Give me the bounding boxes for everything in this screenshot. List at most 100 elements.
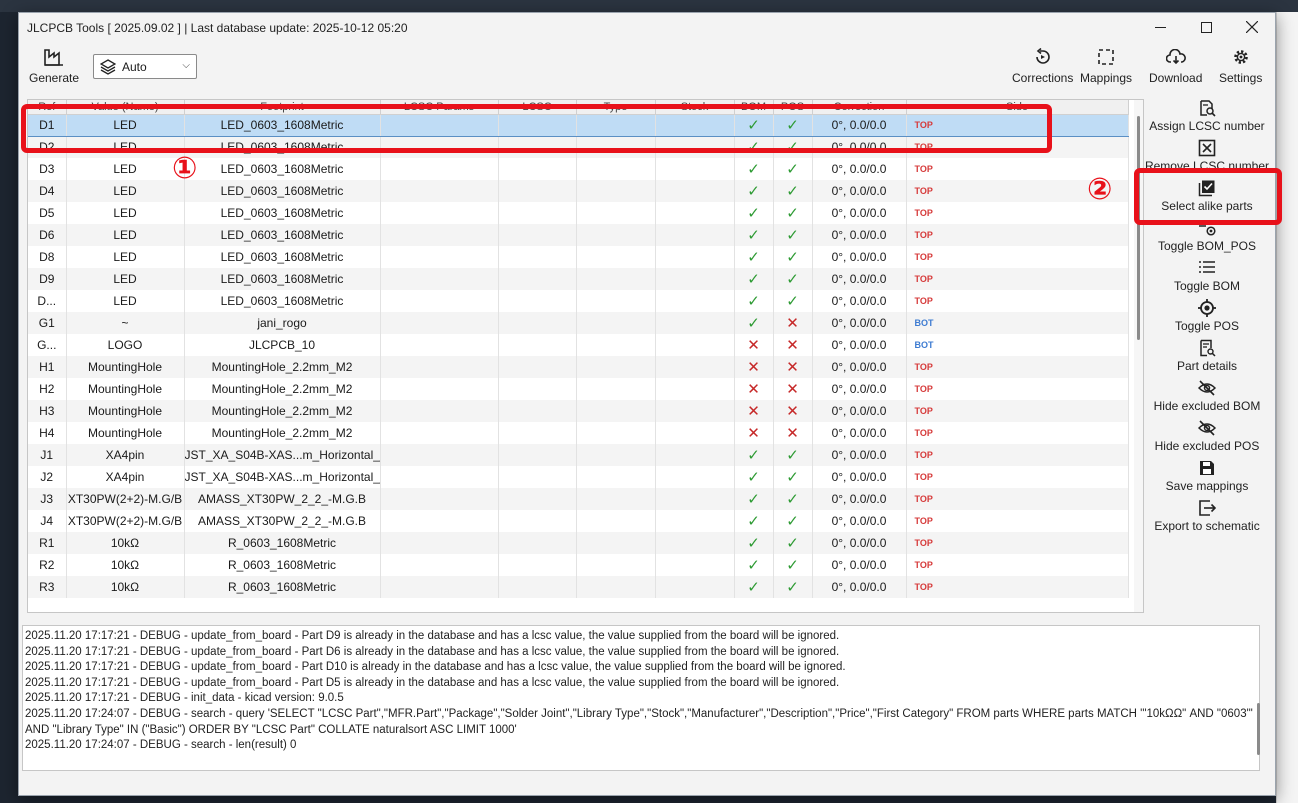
check-icon: ✓ (747, 315, 760, 332)
table-row[interactable]: J4 XT30PW(2+2)-M.G/B AMASS_XT30PW_2_2_-M.G… (28, 510, 1129, 532)
cell-side: TOP (906, 246, 1129, 268)
cell-correction: 0°, 0.0/0.0 (812, 466, 907, 488)
cell-footprint-text: MountingHole_2.2mm_M2 (211, 382, 353, 396)
search-doc-icon (1198, 99, 1216, 117)
check-icon: ✓ (747, 161, 760, 178)
cell-footprint: AMASS_XT30PW_2_2_-M.G.B (184, 488, 381, 510)
table-row[interactable]: R2 10kΩ R_0603_1608Metric ✓ ✓ 0°, 0.0/0.0 TOP (28, 554, 1129, 576)
cell-value-text: XT30PW(2+2)-M.G/B (67, 492, 183, 506)
cell-lcsc-params (380, 202, 499, 224)
layer-select[interactable]: Auto ⌵ (93, 54, 197, 79)
log-scrollbar-thumb[interactable] (1257, 703, 1260, 755)
cell-footprint: MountingHole_2.2mm_M2 (184, 422, 381, 444)
cell-footprint: LED_0603_1608Metric (184, 290, 381, 312)
check-icon: ✓ (747, 513, 760, 530)
cross-icon: ✕ (786, 425, 799, 442)
table-row[interactable]: H2 MountingHole MountingHole_2.2mm_M2 ✕ ✕ 0°,… (28, 378, 1129, 400)
cell-type (576, 400, 656, 422)
table-row[interactable]: D5 LED LED_0603_1608Metric ✓ ✓ 0°, 0.0/0.0 TOP (28, 202, 1129, 224)
layer-select-value: Auto (122, 59, 147, 74)
cell-footprint-text: JLCPCB_10 (248, 338, 316, 352)
cell-side: TOP (906, 290, 1129, 312)
table-row[interactable]: H1 MountingHole MountingHole_2.2mm_M2 ✕ ✕ 0°,… (28, 356, 1129, 378)
save-mappings-button[interactable]: Save mappings (1144, 459, 1270, 499)
maximize-button[interactable] (1183, 13, 1229, 41)
settings-button[interactable]: Settings (1219, 47, 1262, 85)
log-line: 2025.11.20 17:24:07 - DEBUG - search - l… (25, 739, 297, 752)
cell-value-text: LED (113, 228, 137, 242)
cell-lcsc-params (380, 400, 499, 422)
gear-icon (1231, 47, 1251, 67)
cell-bom: ✕ (734, 378, 774, 400)
corrections-button[interactable]: Corrections (1012, 47, 1073, 85)
annotation-marker-2: ② (1087, 173, 1113, 206)
cell-value-text: LED (113, 294, 137, 308)
table-row[interactable]: R1 10kΩ R_0603_1608Metric ✓ ✓ 0°, 0.0/0.0 TOP (28, 532, 1129, 554)
download-button[interactable]: Download (1149, 47, 1202, 85)
cell-side: TOP (906, 268, 1129, 290)
check-icon: ✓ (747, 249, 760, 266)
table-row[interactable]: H3 MountingHole MountingHole_2.2mm_M2 ✕ ✕ 0°,… (28, 400, 1129, 422)
table-row[interactable]: J2 XA4pin JST_XA_S04B-XAS...m_Horizontal__… (28, 466, 1129, 488)
toggle-bom-pos-button[interactable]: Toggle BOM_POS (1144, 219, 1270, 259)
cell-footprint: JST_XA_S04B-XAS...m_Horizontal__ (184, 444, 381, 466)
cell-correction-text: 0°, 0.0/0.0 (831, 162, 887, 176)
cell-lcsc (498, 158, 577, 180)
table-row[interactable]: D8 LED LED_0603_1608Metric ✓ ✓ 0°, 0.0/0.0 TOP (28, 246, 1129, 268)
cell-footprint-text: JST_XA_S04B-XAS...m_Horizontal__ (184, 470, 380, 484)
part-details-button[interactable]: Part details (1144, 339, 1270, 379)
cell-side-text: TOP (914, 450, 933, 460)
toggle-pos-button[interactable]: Toggle POS (1144, 299, 1270, 339)
table-row[interactable]: R3 10kΩ R_0603_1608Metric ✓ ✓ 0°, 0.0/0.0 TOP (28, 576, 1129, 598)
log-output[interactable]: 2025.11.20 17:17:21 - DEBUG - update_fro… (22, 625, 1260, 771)
toggle-bom-button[interactable]: Toggle BOM (1144, 259, 1270, 299)
cell-side: TOP (906, 400, 1129, 422)
cell-type (576, 554, 656, 576)
table-row[interactable]: D6 LED LED_0603_1608Metric ✓ ✓ 0°, 0.0/0.0 TOP (28, 224, 1129, 246)
cell-side: TOP (906, 554, 1129, 576)
hide-excluded-pos-button[interactable]: Hide excluded POS (1144, 419, 1270, 459)
generate-button[interactable]: Generate (29, 47, 79, 85)
table-row[interactable]: G1 ~ jani_rogo ✓ ✕ 0°, 0.0/0.0 BOT (28, 312, 1129, 334)
cell-bom: ✓ (734, 510, 774, 532)
export-to-schematic-label: Export to schematic (1154, 519, 1260, 533)
cell-pos: ✕ (773, 356, 813, 378)
cell-value: MountingHole (66, 422, 185, 444)
cell-lcsc (498, 268, 577, 290)
cell-correction-text: 0°, 0.0/0.0 (831, 382, 887, 396)
dashed-square-icon (1096, 47, 1116, 67)
table-scrollbar-thumb[interactable] (1137, 116, 1140, 340)
cell-value-text: XA4pin (105, 470, 145, 484)
assign-lcsc-button[interactable]: Assign LCSC number (1144, 99, 1270, 139)
cell-value-text: XT30PW(2+2)-M.G/B (67, 514, 183, 528)
cell-lcsc-params (380, 356, 499, 378)
mappings-button[interactable]: Mappings (1080, 47, 1132, 85)
cell-value-text: LOGO (107, 338, 143, 352)
cell-value: 10kΩ (66, 576, 185, 598)
cell-pos: ✓ (773, 224, 813, 246)
table-row[interactable]: J3 XT30PW(2+2)-M.G/B AMASS_XT30PW_2_2_-M.G… (28, 488, 1129, 510)
cell-footprint-text: JST_XA_S04B-XAS...m_Horizontal__ (184, 448, 380, 462)
cell-correction: 0°, 0.0/0.0 (812, 290, 907, 312)
table-row[interactable]: H4 MountingHole MountingHole_2.2mm_M2 ✕ ✕ 0°,… (28, 422, 1129, 444)
close-button[interactable] (1229, 13, 1275, 41)
cell-correction-text: 0°, 0.0/0.0 (831, 360, 887, 374)
minimize-button[interactable] (1137, 13, 1183, 41)
cell-footprint-text: LED_0603_1608Metric (220, 294, 344, 308)
table-row[interactable]: J1 XA4pin JST_XA_S04B-XAS...m_Horizontal__… (28, 444, 1129, 466)
export-to-schematic-button[interactable]: Export to schematic (1144, 499, 1270, 539)
table-row[interactable]: G... LOGO JLCPCB_10 ✕ ✕ 0°, 0.0/0.0 BOT (28, 334, 1129, 356)
hide-excluded-bom-button[interactable]: Hide excluded BOM (1144, 379, 1270, 419)
table-row[interactable]: D9 LED LED_0603_1608Metric ✓ ✓ 0°, 0.0/0.0 TOP (28, 268, 1129, 290)
cell-stock (655, 356, 735, 378)
cell-type (576, 356, 656, 378)
rotate-icon (1033, 47, 1053, 67)
table-row[interactable]: D... LED LED_0603_1608Metric ✓ ✓ 0°, 0.0/0.0 T… (28, 290, 1129, 312)
cell-correction: 0°, 0.0/0.0 (812, 202, 907, 224)
cell-side-text: TOP (914, 472, 933, 482)
factory-icon (44, 47, 64, 67)
cell-ref-text: G... (37, 338, 57, 352)
cell-side: TOP (906, 356, 1129, 378)
cell-lcsc (498, 488, 577, 510)
cell-lcsc-params (380, 422, 499, 444)
